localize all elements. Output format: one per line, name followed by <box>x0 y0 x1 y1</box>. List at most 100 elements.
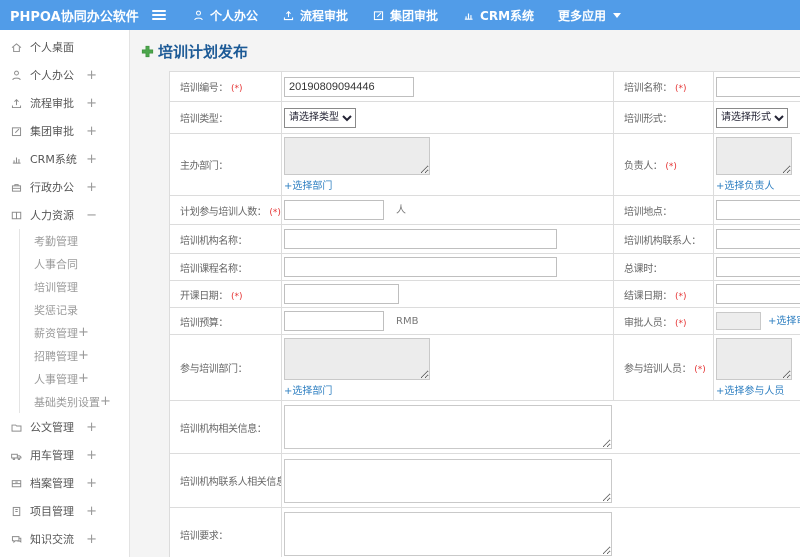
sidebar-item-label: 个人桌面 <box>30 41 74 54</box>
sidebar-hr-submenu: 考勤管理 人事合同 培训管理 奖惩记录 薪资管理 + 招聘管理 + 人事管理 +… <box>19 229 129 413</box>
total-hours-input[interactable] <box>716 257 800 277</box>
sidebar-item-admin-office[interactable]: 行政办公 + <box>0 173 129 201</box>
home-icon <box>11 42 22 52</box>
expander-plus[interactable]: + <box>86 504 97 519</box>
expander-plus[interactable]: + <box>86 448 97 463</box>
training-no-input[interactable] <box>284 76 414 97</box>
nav-item-workflow-approval[interactable]: 流程审批 <box>270 0 360 30</box>
join-users-textarea[interactable] <box>716 338 792 380</box>
select-dept-link[interactable]: +选择部门 <box>284 177 613 192</box>
select-approver-link[interactable]: +选择审批人员 <box>768 316 800 327</box>
sidebar-subitem-personnel[interactable]: 人事管理 + <box>20 367 129 390</box>
training-mode-select[interactable]: 请选择形式 <box>716 107 788 128</box>
nav-item-label: 个人办公 <box>210 8 259 23</box>
sidebar-item-documents[interactable]: 公文管理 + <box>0 413 129 441</box>
org-name-input[interactable] <box>284 229 557 249</box>
training-type-select[interactable]: 请选择类型 <box>284 107 356 128</box>
sidebar-subitem-attendance[interactable]: 考勤管理 <box>20 229 129 252</box>
select-join-users-link[interactable]: +选择参与人员 <box>716 382 800 397</box>
expander-plus[interactable]: + <box>86 532 97 547</box>
nav-item-crm[interactable]: CRM系统 <box>450 0 546 30</box>
main-content: 培训计划发布 培训编号：(*) 培训名称：(*) 培训类型： 请选择类型 培训形… <box>131 30 800 557</box>
expander-plus[interactable]: + <box>78 325 89 340</box>
expander-plus[interactable]: + <box>86 124 97 139</box>
form-row: 培训机构联系人相关信息： <box>169 453 800 508</box>
sidebar-item-label: 奖惩记录 <box>34 303 78 317</box>
sidebar-item-projects[interactable]: 项目管理 + <box>0 497 129 525</box>
nav-item-personal-office[interactable]: 个人办公 <box>180 0 270 30</box>
upload-icon <box>11 98 22 108</box>
expander-plus[interactable]: + <box>86 96 97 111</box>
archive-icon <box>11 479 22 487</box>
field-label: 培训类型： <box>180 114 228 125</box>
sidebar-item-workflow-approval[interactable]: 流程审批 + <box>0 89 129 117</box>
expander-plus[interactable]: + <box>86 180 97 195</box>
sidebar-subitem-salary[interactable]: 薪资管理 + <box>20 321 129 344</box>
field-label: 培训形式： <box>624 114 672 125</box>
sidebar-item-hr[interactable]: 人力资源 − <box>0 201 129 229</box>
hamburger-icon[interactable] <box>152 8 166 22</box>
sidebar-item-personal-office[interactable]: 个人办公 + <box>0 61 129 89</box>
location-input[interactable] <box>716 200 800 220</box>
expander-plus[interactable]: + <box>86 68 97 83</box>
sidebar-item-crm[interactable]: CRM系统 + <box>0 145 129 173</box>
sidebar-item-desktop[interactable]: 个人桌面 <box>0 33 129 61</box>
form-row: 培训要求： <box>169 507 800 557</box>
select-leader-link[interactable]: +选择负责人 <box>716 177 800 192</box>
sidebar-item-knowledge[interactable]: 知识交流 + <box>0 525 129 553</box>
form-row: 培训机构相关信息： <box>169 400 800 454</box>
expander-plus[interactable]: + <box>100 394 111 409</box>
expander-plus[interactable]: + <box>78 348 89 363</box>
folder-icon <box>11 424 22 432</box>
sidebar-subitem-recruit[interactable]: 招聘管理 + <box>20 344 129 367</box>
field-label: 培训地点： <box>624 206 672 218</box>
sidebar-item-label: CRM系统 <box>30 153 77 166</box>
select-join-dept-link[interactable]: +选择部门 <box>284 382 613 397</box>
expander-minus[interactable]: − <box>86 208 97 223</box>
participant-count-input[interactable] <box>284 200 384 220</box>
form-row: 培训编号：(*) 培训名称：(*) <box>169 71 800 102</box>
truck-icon <box>11 453 22 460</box>
sidebar-item-label: 知识交流 <box>30 533 74 546</box>
expander-plus[interactable]: + <box>86 420 97 435</box>
field-label: 审批人员： <box>624 317 672 329</box>
join-dept-textarea[interactable] <box>284 338 430 380</box>
org-contact-info-textarea[interactable] <box>284 458 612 503</box>
sidebar-subitem-training[interactable]: 培训管理 <box>20 275 129 298</box>
field-label: 计划参与培训人数： <box>180 206 267 218</box>
leader-textarea[interactable] <box>716 137 792 175</box>
sidebar-subitem-hr-contract[interactable]: 人事合同 <box>20 252 129 275</box>
nav-item-more-apps[interactable]: 更多应用 <box>546 0 633 30</box>
required-mark: (*) <box>269 207 281 218</box>
expander-plus[interactable]: + <box>86 476 97 491</box>
form-row: 培训类型： 请选择类型 培训形式： 请选择形式 <box>169 101 800 134</box>
sidebar-item-label: 行政办公 <box>30 181 74 194</box>
required-mark: (*) <box>231 291 243 302</box>
course-name-input[interactable] <box>284 257 557 277</box>
sidebar-subitem-base-category[interactable]: 基础类别设置 + <box>20 390 129 413</box>
expander-plus[interactable]: + <box>86 152 97 167</box>
sidebar-item-label: 考勤管理 <box>34 234 78 248</box>
caret-down-icon <box>613 12 622 18</box>
sidebar-subitem-rewards[interactable]: 奖惩记录 <box>20 298 129 321</box>
expander-plus[interactable]: + <box>78 371 89 386</box>
training-name-input[interactable] <box>716 76 800 97</box>
bar-chart-icon <box>464 12 473 20</box>
sidebar-item-vehicle[interactable]: 用车管理 + <box>0 441 129 469</box>
field-label: 培训机构联系人： <box>624 235 701 247</box>
nav-item-group-approval[interactable]: 集团审批 <box>360 0 450 30</box>
start-date-input[interactable] <box>284 284 399 304</box>
org-info-textarea[interactable] <box>284 405 612 449</box>
form-row: 开课日期： (*) 结课日期： (*) <box>169 280 800 308</box>
requirement-textarea[interactable] <box>284 512 612 556</box>
sidebar-item-group-approval[interactable]: 集团审批 + <box>0 117 129 145</box>
sidebar-item-label: 人事管理 <box>34 372 78 386</box>
org-contact-input[interactable] <box>716 229 800 249</box>
end-date-input[interactable] <box>716 284 800 304</box>
host-dept-textarea[interactable] <box>284 137 430 175</box>
edit-icon <box>373 10 384 20</box>
approver-input[interactable] <box>716 312 761 330</box>
required-mark: (*) <box>694 365 706 375</box>
budget-input[interactable] <box>284 311 384 331</box>
sidebar-item-archives[interactable]: 档案管理 + <box>0 469 129 497</box>
